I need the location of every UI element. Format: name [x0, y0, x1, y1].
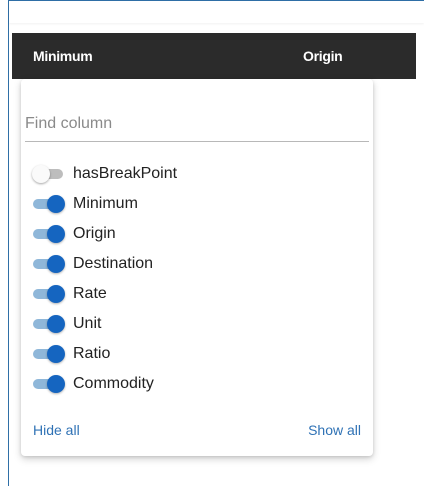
- column-toggle-label: Commodity: [73, 375, 154, 392]
- column-toggle-label: Destination: [73, 255, 154, 272]
- column-toggle-item-origin[interactable]: Origin: [33, 219, 363, 249]
- toggle-switch[interactable]: [33, 195, 65, 213]
- show-all-link[interactable]: Show all: [308, 422, 361, 438]
- column-toggle-label: Ratio: [73, 345, 111, 362]
- column-toggle-label: Rate: [73, 285, 107, 302]
- toggle-switch[interactable]: [33, 375, 65, 393]
- toggle-switch[interactable]: [33, 285, 65, 303]
- column-header-origin[interactable]: Origin: [303, 33, 343, 79]
- toggle-knob: [32, 165, 50, 183]
- toggle-knob: [47, 225, 65, 243]
- toggle-knob: [47, 375, 65, 393]
- toolbar-row: [9, 1, 424, 23]
- toggle-knob: [47, 285, 65, 303]
- toggle-knob: [47, 255, 65, 273]
- column-toggle-item-ratio[interactable]: Ratio: [33, 339, 363, 369]
- column-toggle-label: Unit: [73, 315, 102, 332]
- toggle-switch[interactable]: [33, 315, 65, 333]
- grid-header: Minimum Origin: [12, 33, 416, 79]
- toggle-knob: [47, 345, 65, 363]
- column-toggle-item-hasbreakpoint[interactable]: hasBreakPoint: [32, 159, 363, 189]
- hide-all-link[interactable]: Hide all: [33, 422, 80, 438]
- column-toggle-item-commodity[interactable]: Commodity: [33, 369, 363, 399]
- column-toggle-label: Minimum: [73, 195, 138, 212]
- column-toggle-item-destination[interactable]: Destination: [33, 249, 363, 279]
- column-header-minimum[interactable]: Minimum: [33, 33, 93, 79]
- column-picker-popup: hasBreakPoint Minimum Origin Destination…: [21, 79, 373, 456]
- column-toggle-item-minimum[interactable]: Minimum: [33, 189, 363, 219]
- toggle-knob: [47, 195, 65, 213]
- toggle-knob: [47, 315, 65, 333]
- toggle-switch[interactable]: [33, 345, 65, 363]
- column-toggle-item-unit[interactable]: Unit: [33, 309, 363, 339]
- toggle-switch[interactable]: [33, 255, 65, 273]
- column-toggle-list: hasBreakPoint Minimum Origin Destination…: [32, 159, 363, 399]
- column-toggle-item-rate[interactable]: Rate: [33, 279, 363, 309]
- column-toggle-label: hasBreakPoint: [73, 165, 178, 182]
- find-column-input[interactable]: [25, 107, 369, 142]
- toggle-switch[interactable]: [33, 225, 65, 243]
- column-toggle-label: Origin: [73, 225, 116, 242]
- toggle-switch[interactable]: [32, 165, 65, 183]
